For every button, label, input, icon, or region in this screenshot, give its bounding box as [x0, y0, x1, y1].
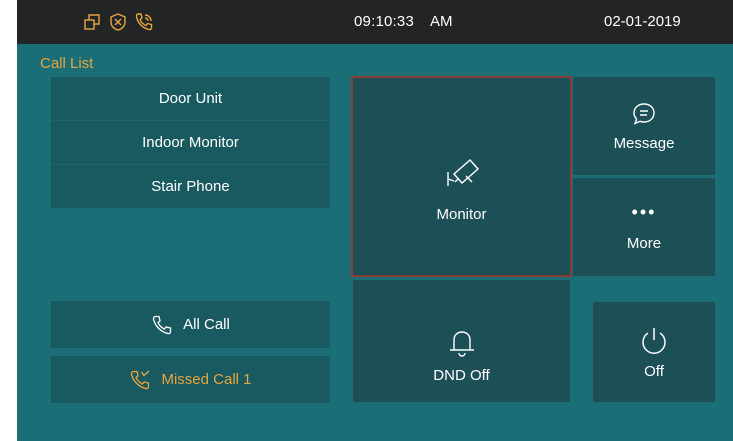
- phone-icon: [151, 314, 173, 336]
- power-off-label: Off: [644, 362, 664, 380]
- power-off-tile[interactable]: Off: [593, 302, 715, 402]
- status-bar: 09:10:33 AM 02-01-2019: [17, 0, 733, 44]
- intercom-screen: 09:10:33 AM 02-01-2019 Call List Door Un…: [17, 0, 733, 441]
- more-tile[interactable]: ••• More: [573, 178, 715, 276]
- status-time: 09:10:33: [354, 13, 414, 30]
- monitor-tile[interactable]: Monitor: [351, 76, 572, 277]
- missed-call-button[interactable]: Missed Call 1: [51, 356, 330, 403]
- bell-icon: [447, 327, 477, 359]
- shield-x-icon: [108, 12, 128, 32]
- camera-icon: [440, 152, 484, 192]
- phone-call-icon: [134, 12, 154, 32]
- call-list-item-door-unit[interactable]: Door Unit: [51, 77, 330, 121]
- status-date: 02-01-2019: [604, 13, 681, 30]
- dnd-label: DND Off: [433, 366, 490, 384]
- more-dots-icon: •••: [631, 201, 657, 222]
- message-icon: [631, 101, 657, 127]
- status-ampm: AM: [430, 13, 453, 30]
- call-list-item-label: Indoor Monitor: [142, 134, 239, 151]
- all-call-label: All Call: [183, 316, 230, 333]
- message-tile[interactable]: Message: [573, 77, 715, 175]
- call-list-item-label: Stair Phone: [151, 178, 230, 195]
- call-list: Door Unit Indoor Monitor Stair Phone: [51, 77, 330, 208]
- all-call-button[interactable]: All Call: [51, 301, 330, 348]
- window-icon: [82, 12, 102, 32]
- monitor-label: Monitor: [436, 206, 487, 223]
- message-label: Message: [613, 134, 675, 152]
- call-list-item-stair-phone[interactable]: Stair Phone: [51, 165, 330, 208]
- missed-call-icon: [129, 369, 151, 391]
- more-label: More: [626, 234, 662, 252]
- call-list-item-label: Door Unit: [158, 90, 223, 107]
- dnd-tile[interactable]: DND Off: [353, 280, 570, 402]
- call-list-item-indoor-monitor[interactable]: Indoor Monitor: [51, 121, 330, 165]
- missed-call-label: Missed Call 1: [161, 371, 252, 388]
- power-icon: [638, 325, 670, 357]
- call-list-title: Call List: [40, 55, 94, 72]
